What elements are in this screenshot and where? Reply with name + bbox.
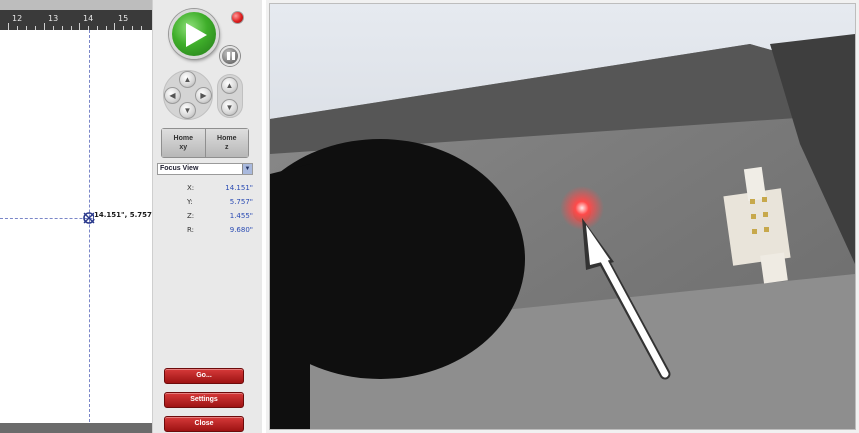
readout-axis: X: bbox=[187, 184, 195, 192]
home-z-sublabel: z bbox=[225, 144, 229, 151]
ruler-tick bbox=[44, 23, 45, 30]
readout-axis: Y: bbox=[187, 198, 193, 206]
jog-right-icon[interactable]: ▶ bbox=[195, 87, 212, 104]
jog-left-icon[interactable]: ◀ bbox=[164, 87, 181, 104]
readout-axis: Z: bbox=[187, 212, 195, 220]
ruler-label: 12 bbox=[12, 14, 23, 23]
ruler-tick bbox=[123, 26, 124, 30]
home-xy-button[interactable]: Home xy bbox=[162, 129, 205, 157]
home-xy-sublabel: xy bbox=[179, 144, 188, 151]
ruler-tick bbox=[71, 26, 72, 30]
play-icon bbox=[186, 23, 207, 47]
cursor-coordinates: 14.151", 5.757" bbox=[94, 211, 152, 219]
ruler-tick bbox=[62, 26, 63, 30]
home-z-button[interactable]: Home z bbox=[204, 129, 248, 157]
ruler-header-strip bbox=[0, 0, 152, 10]
chevron-down-icon[interactable]: ▼ bbox=[242, 164, 252, 174]
jog-up-icon[interactable]: ▲ bbox=[179, 71, 196, 88]
readout-value: 5.757" bbox=[229, 198, 253, 206]
camera-view-panel bbox=[266, 0, 859, 433]
position-readout-y: Y: 5.757" bbox=[173, 198, 253, 210]
ruler-label: 14 bbox=[83, 14, 94, 23]
readout-value: 1.455" bbox=[229, 212, 253, 220]
home-button-group: Home xy Home z bbox=[161, 128, 249, 158]
ruler-tick bbox=[35, 26, 36, 30]
canvas-scrollbar[interactable] bbox=[0, 423, 152, 433]
ruler-tick bbox=[17, 26, 18, 30]
jog-down-icon[interactable]: ▼ bbox=[179, 102, 196, 119]
stop-indicator-icon[interactable] bbox=[231, 11, 244, 24]
close-button[interactable]: Close bbox=[164, 416, 244, 432]
horizontal-ruler: 12 13 14 15 bbox=[0, 0, 152, 30]
ruler-tick bbox=[114, 23, 115, 30]
control-panel: ▲ ▼ ◀ ▶ ▲ ▼ Home xy Home z Focus View ▼ … bbox=[152, 0, 262, 433]
view-mode-value: Focus View bbox=[160, 165, 199, 172]
go-button[interactable]: Go... bbox=[164, 368, 244, 384]
ruler-tick bbox=[106, 26, 107, 30]
readout-value: 9.680" bbox=[229, 226, 253, 234]
position-readout-x: X: 14.151" bbox=[173, 184, 253, 196]
pause-button[interactable] bbox=[220, 46, 240, 66]
position-readout-z: Z: 1.455" bbox=[173, 212, 253, 224]
start-job-button[interactable] bbox=[169, 9, 219, 59]
jog-z-up-icon[interactable]: ▲ bbox=[221, 77, 238, 94]
home-xy-label: Home bbox=[173, 135, 193, 142]
ruler-label: 13 bbox=[48, 14, 59, 23]
ruler-label: 15 bbox=[118, 14, 129, 23]
readout-value: 14.151" bbox=[225, 184, 253, 192]
ruler-tick bbox=[132, 26, 133, 30]
ruler-tick bbox=[79, 23, 80, 30]
ruler-tick bbox=[8, 23, 9, 30]
settings-button[interactable]: Settings bbox=[164, 392, 244, 408]
position-readout-r: R: 9.680" bbox=[173, 226, 253, 238]
jog-z-down-icon[interactable]: ▼ bbox=[221, 99, 238, 116]
vertical-guide-line bbox=[89, 30, 90, 422]
ruler-tick bbox=[26, 26, 27, 30]
view-mode-select[interactable]: Focus View ▼ bbox=[157, 163, 253, 175]
camera-photo bbox=[269, 3, 856, 430]
job-preview-canvas[interactable]: 12 13 14 15 14.151", 5.757" bbox=[0, 0, 152, 433]
photo-scene bbox=[270, 4, 855, 429]
ruler-tick bbox=[53, 26, 54, 30]
ruler-tick bbox=[97, 26, 98, 30]
home-z-label: Home bbox=[217, 135, 237, 142]
readout-axis: R: bbox=[187, 226, 195, 234]
ruler-tick bbox=[141, 26, 142, 30]
